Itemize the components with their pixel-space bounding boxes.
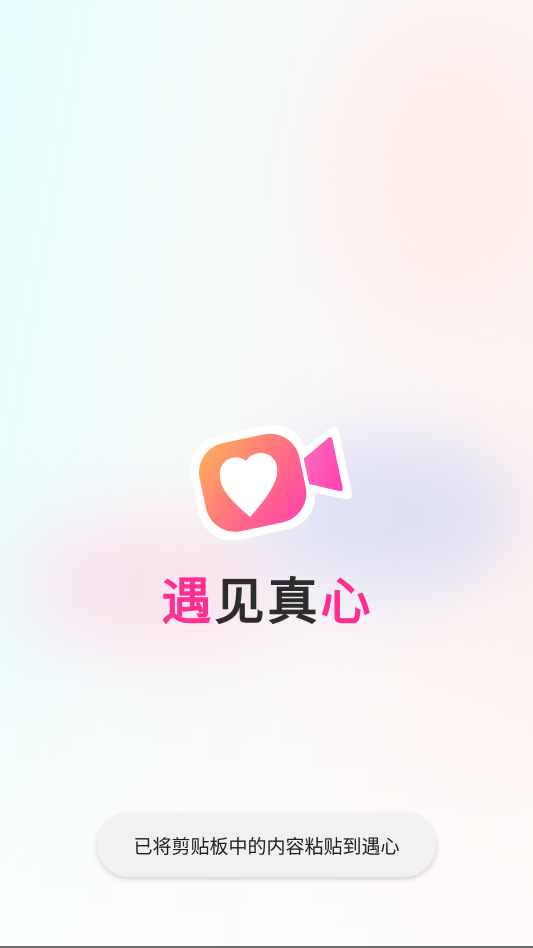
app-name-part: 见真 xyxy=(214,573,321,631)
clipboard-toast: 已将剪贴板中的内容粘贴到遇心 xyxy=(97,813,436,877)
background-fade xyxy=(0,640,533,948)
app-name: 遇 见真 心 xyxy=(160,570,375,634)
background-glow xyxy=(330,20,533,320)
heart-video-camera-icon xyxy=(190,424,352,541)
app-name-part: 心 xyxy=(320,573,374,631)
app-name-part: 遇 xyxy=(161,573,215,631)
splash-screen: 遇 见真 心 已将剪贴板中的内容粘贴到遇心 xyxy=(0,0,533,948)
toast-message: 已将剪贴板中的内容粘贴到遇心 xyxy=(133,835,400,858)
